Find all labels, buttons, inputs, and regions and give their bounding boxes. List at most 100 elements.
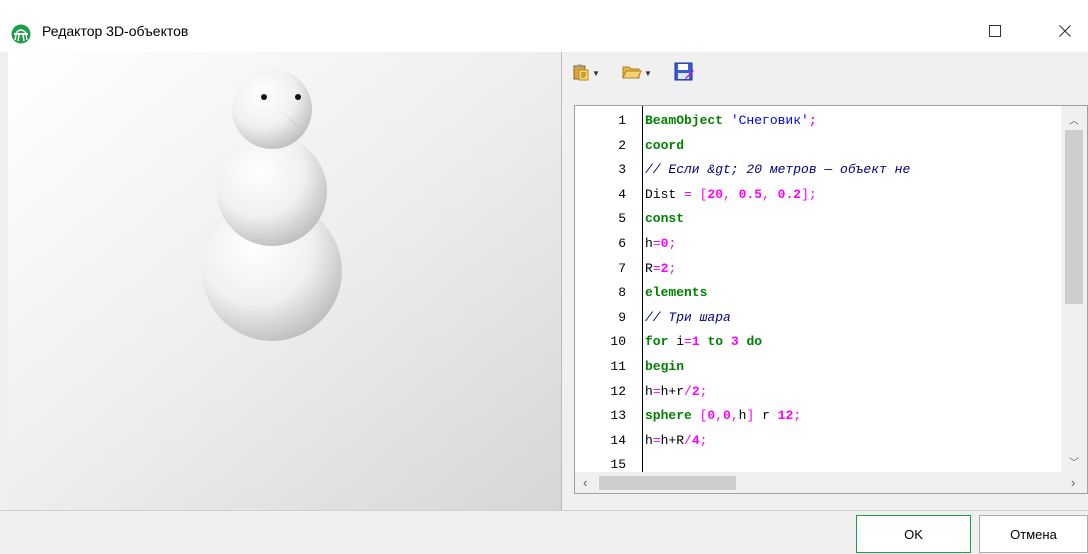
line-number: 13 [610,408,626,424]
vertical-scroll-thumb[interactable] [1065,130,1083,304]
close-icon [1059,24,1071,40]
code-token: ]; [801,186,817,202]
code-token: i [676,334,685,350]
code-token: , [762,186,778,202]
code-token: 12 [777,408,794,424]
line-number: 10 [610,334,626,350]
ok-button[interactable]: OK [856,515,971,553]
code-token: h [645,383,653,399]
code-line: begin [645,356,684,378]
code-token: = [652,260,661,276]
code-token: // Если &gt; 20 метров — объект не [645,162,911,178]
code-token: Dist [645,186,685,202]
code-token: 'Снеговик' [730,113,809,128]
snowman-right-eye [295,94,301,100]
code-token: ; [699,432,708,448]
code-token: , [723,186,739,202]
code-token: elements [645,285,708,301]
code-token: ; [699,383,708,399]
code-token: 4 [691,432,700,448]
code-token: BeamObject [645,113,731,128]
code-token: 0.2 [777,186,802,202]
line-number: 9 [618,309,626,325]
snowman-left-eye [261,94,267,100]
horizontal-scroll-thumb[interactable] [599,476,736,490]
snowman-middle-sphere [217,136,327,246]
code-token: h [645,432,653,448]
code-token: sphere [645,408,700,424]
3d-viewport[interactable] [8,52,562,510]
snowman-app-icon [11,24,31,44]
scroll-right-icon[interactable]: › [1071,475,1075,490]
line-number: 14 [610,432,626,448]
code-editor[interactable]: 1 2 3 4 5 6 7 8 9 10 11 12 13 14 15 BeamObject 'Снегов… [574,105,1088,494]
code-token: 2 [691,383,700,399]
scroll-down-icon[interactable]: ﹀ [1069,454,1079,469]
code-token: , [715,408,724,424]
scrollbar-corner: › [1061,472,1087,493]
code-line: for i=1 to 3 do [645,331,762,353]
code-line: // Если &gt; 20 метров — объект не [645,159,910,181]
code-token: ; [668,260,677,276]
line-number: 5 [618,211,626,227]
vertical-scrollbar[interactable]: ︿ ﹀ [1061,106,1087,472]
snowman-head-sphere [232,69,312,149]
code-line: sphere [0,0,h] r 12; [645,405,801,427]
clipboard-icon [572,63,590,84]
code-token: = [684,334,692,350]
open-file-button[interactable]: ▼ [622,62,652,84]
code-token: // Три шара [645,309,731,325]
scroll-left-icon[interactable]: ‹ [583,475,587,490]
code-token: ; [808,113,817,128]
line-number-gutter: 1 2 3 4 5 6 7 8 9 10 11 12 13 14 15 [575,106,643,472]
code-token: begin [645,359,685,374]
code-token: 20 [707,186,724,202]
code-token: / [684,432,692,448]
line-number: 4 [618,186,626,202]
folder-open-icon [622,63,642,84]
paste-template-button[interactable]: ▼ [572,62,600,84]
code-line: h=h+r/2; [645,381,707,403]
title-bar: Редактор 3D-объектов [0,0,1088,52]
code-token: = [652,383,661,399]
snowman-preview [202,69,342,341]
code-token: ; [668,236,677,251]
line-number: 15 [610,457,626,472]
code-line: h=h+R/4; [645,430,707,452]
code-token: 0.5 [738,186,763,202]
code-token: , [730,408,739,424]
chevron-down-icon[interactable]: ▼ [592,69,600,78]
window-border [0,52,8,510]
scroll-up-icon[interactable]: ︿ [1069,112,1079,127]
save-file-button[interactable] [674,62,694,84]
code-token: for [645,334,677,350]
code-token: 3 [730,334,739,350]
code-token: 0 [723,408,731,424]
code-line: BeamObject 'Снеговик'; [645,110,817,132]
code-token: / [684,383,692,399]
code-line: Dist = [20, 0.5, 0.2]; [645,184,817,206]
line-number: 8 [618,285,626,301]
code-line: const [645,208,684,230]
code-token: coord [645,137,685,153]
horizontal-scrollbar[interactable]: ‹ [575,472,1061,493]
maximize-button[interactable] [972,12,1018,52]
code-token: h+r [660,383,685,399]
close-button[interactable] [1042,12,1088,52]
code-line: h=0; [645,233,676,255]
cancel-button[interactable]: Отмена [979,515,1088,553]
chevron-down-icon[interactable]: ▼ [644,69,652,78]
code-token: h+R [660,432,685,448]
code-text-area[interactable]: BeamObject 'Снеговик'; coord // Если &gt; … [643,106,1061,472]
maximize-icon [989,24,1001,40]
window-title: Редактор 3D-объектов [42,23,189,39]
line-number: 2 [618,137,626,153]
code-token: ; [793,408,802,424]
code-token: = [ [684,186,708,202]
line-number: 1 [618,113,626,128]
code-line: coord [645,135,684,157]
line-number: 11 [610,359,626,374]
code-token: R [645,260,653,276]
line-number: 3 [618,162,626,178]
